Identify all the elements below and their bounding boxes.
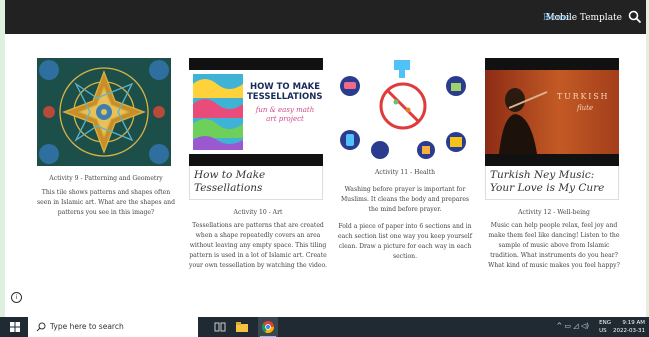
activity-card-12: TURKISH flute Turkish Ney Music: Your Lo… <box>485 58 623 271</box>
activity-10-description: Tessellations are patterns that are crea… <box>189 222 327 269</box>
tessellations-title[interactable]: How to Make Tessellations <box>190 166 322 199</box>
geometric-tile-image[interactable] <box>37 58 171 166</box>
activity-11-instructions: Fold a piece of paper into 6 sections an… <box>338 223 472 260</box>
clock-date: 2022-03-31 <box>613 328 645 334</box>
thumb-subtitle: fun & easy math art project <box>255 106 315 123</box>
activity-card-10: HOW TO MAKE TESSELLATIONS! fun & easy ma… <box>189 58 327 271</box>
activity-9-label: Activity 9 - Patterning and Geometry <box>49 175 163 182</box>
language-code: ENG <box>599 320 611 326</box>
search-icon <box>36 322 46 332</box>
tessellation-video-thumbnail[interactable]: HOW TO MAKE TESSELLATIONS! fun & easy ma… <box>189 58 323 166</box>
activity-9-description: This tile shows patterns and shapes ofte… <box>37 189 176 216</box>
taskbar-search-placeholder: Type here to search <box>50 322 124 331</box>
search-icon[interactable] <box>628 10 642 24</box>
card-title-box: Turkish Ney Music: Your Love is My Cure <box>485 166 619 200</box>
clock[interactable]: 9:19 AM 2022-03-31 <box>613 319 645 335</box>
windows-start-icon[interactable] <box>10 322 20 332</box>
clock-time: 9:19 AM <box>622 320 645 326</box>
language-indicator[interactable]: ENG US <box>599 319 611 335</box>
turkish-ney-title[interactable]: Turkish Ney Music: Your Love is My Cure <box>486 166 618 199</box>
top-navbar: Home Mobile Template <box>5 0 646 34</box>
info-icon[interactable]: i <box>11 292 22 303</box>
activity-10-label: Activity 10 - Art <box>233 209 283 216</box>
system-tray-icons[interactable]: ^ ▭ ◿ ◁) <box>556 322 589 330</box>
region-code: US <box>599 328 607 334</box>
activity-11-description: Washing before prayer is important for M… <box>340 186 470 213</box>
card-title-box: How to Make Tessellations <box>189 166 323 200</box>
file-explorer-icon[interactable] <box>236 321 248 333</box>
activity-11-label: Activity 11 - Health <box>375 169 435 176</box>
thumb-heading: TURKISH <box>557 92 610 101</box>
thumb-subtitle: flute <box>577 104 594 112</box>
hygiene-illustration[interactable] <box>336 58 470 166</box>
nav-mobile-template-link[interactable]: Mobile Template <box>546 13 622 23</box>
chrome-icon <box>262 321 274 333</box>
activity-12-label: Activity 12 - Well-being <box>518 209 590 216</box>
turkish-music-video-thumbnail[interactable]: TURKISH flute <box>485 58 619 166</box>
activity-card-9: Activity 9 - Patterning and Geometry Thi… <box>37 58 175 218</box>
activity-12-description: Music can help people relax, feel joy an… <box>488 222 620 269</box>
main-content: Activity 9 - Patterning and Geometry Thi… <box>5 34 646 320</box>
chrome-taskbar-button[interactable] <box>258 317 278 337</box>
task-view-icon[interactable] <box>214 321 226 333</box>
thumb-heading: HOW TO MAKE TESSELLATIONS! <box>247 82 323 102</box>
taskbar-search-box[interactable]: Type here to search <box>28 317 198 337</box>
activity-card-11: Activity 11 - Health Washing before pray… <box>336 58 474 262</box>
windows-taskbar: Type here to search ^ ▭ ◿ ◁) ENG US 9:19… <box>0 317 649 337</box>
